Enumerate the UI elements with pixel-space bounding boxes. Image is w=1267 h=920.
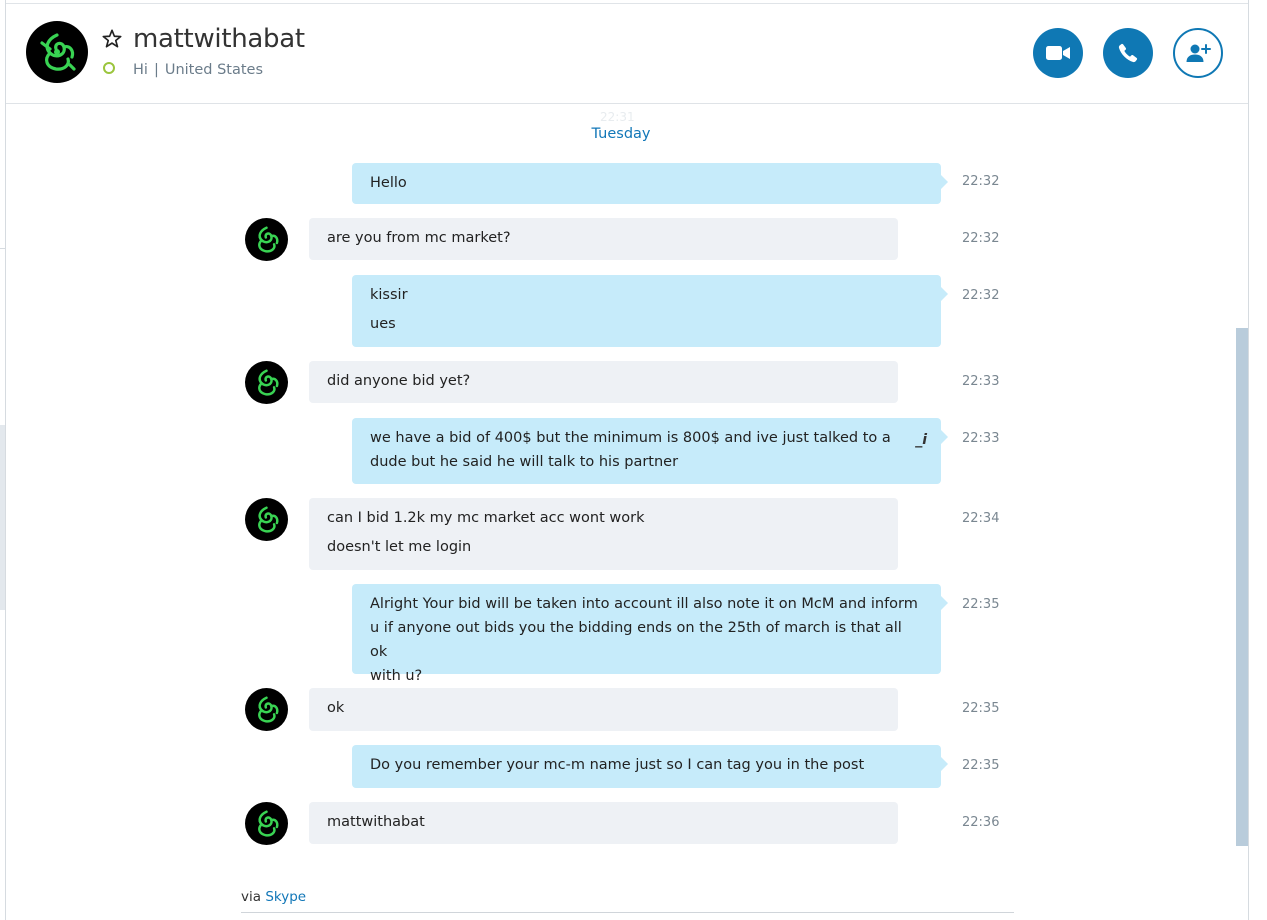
message-text: can I bid 1.2k my mc market acc wont wor… (327, 510, 645, 526)
edited-pencil-icon: _i (915, 432, 927, 448)
message-text: u if anyone out bids you the bidding end… (370, 620, 902, 660)
add-contact-icon (1186, 44, 1211, 62)
footer-divider (241, 912, 1014, 913)
contact-status: Hi | United States (133, 62, 263, 78)
outgoing-message[interactable]: we have a bid of 400$ but the minimum is… (352, 418, 948, 484)
message-text: with u? (370, 668, 423, 684)
message-text: doesn't let me login (327, 539, 472, 555)
outgoing-message[interactable]: kissir ues (352, 275, 948, 347)
phone-icon (1118, 43, 1138, 63)
outgoing-message[interactable]: Hello (352, 163, 948, 204)
contact-avatar-small[interactable] (245, 688, 288, 731)
contact-avatar-small[interactable] (245, 361, 288, 404)
message-text: kissir (370, 287, 408, 303)
skype-link[interactable]: Skype (265, 889, 306, 905)
via-attribution: via Skype (241, 889, 306, 905)
contact-avatar-small[interactable] (245, 218, 288, 261)
status-separator: | (153, 62, 159, 78)
message-timestamp: 22:32 (962, 288, 1000, 303)
add-participant-button[interactable] (1173, 28, 1223, 78)
message-timestamp: 22:35 (962, 758, 1000, 773)
message-text: ok (327, 700, 345, 716)
razer-logo-icon (258, 226, 279, 253)
message-text: ues (370, 316, 396, 332)
message-timestamp: 22:33 (962, 431, 1000, 446)
message-text: Do you remember your mc-m name just so I… (370, 757, 865, 773)
message-text: did anyone bid yet? (327, 373, 471, 389)
contact-avatar[interactable] (26, 21, 88, 83)
message-timestamp: 22:36 (962, 815, 1000, 830)
message-text: dude but he said he will talk to his par… (370, 454, 679, 470)
contact-avatar-small[interactable] (245, 498, 288, 541)
message-timestamp: 22:34 (962, 511, 1000, 526)
video-call-button[interactable] (1033, 28, 1083, 78)
left-panel-scroll-hint (0, 425, 5, 610)
message-timestamp: 22:32 (962, 174, 1000, 189)
incoming-message[interactable]: can I bid 1.2k my mc market acc wont wor… (309, 498, 898, 570)
incoming-message[interactable]: did anyone bid yet? (309, 361, 898, 403)
message-timestamp: 22:33 (962, 374, 1000, 389)
chat-scrollbar-thumb[interactable] (1236, 328, 1248, 846)
message-text: are you from mc market? (327, 230, 511, 246)
incoming-message[interactable]: are you from mc market? (309, 218, 898, 260)
faded-timestamp: 22:31 (600, 110, 635, 124)
mood-message: Hi (133, 62, 148, 78)
message-timestamp: 22:35 (962, 597, 1000, 612)
contact-location: United States (164, 62, 264, 78)
message-text: we have a bid of 400$ but the minimum is… (370, 430, 891, 446)
contact-avatar-small[interactable] (245, 802, 288, 845)
contact-name[interactable]: mattwithabat (133, 24, 305, 54)
incoming-message[interactable]: mattwithabat (309, 802, 898, 844)
message-text: mattwithabat (327, 814, 425, 830)
message-timestamp: 22:35 (962, 701, 1000, 716)
message-text: Alright Your bid will be taken into acco… (370, 596, 918, 612)
audio-call-button[interactable] (1103, 28, 1153, 78)
favorite-star-icon[interactable] (101, 28, 123, 50)
razer-logo-icon (258, 810, 279, 837)
razer-logo-icon (40, 33, 76, 71)
razer-logo-icon (258, 506, 279, 533)
via-prefix: via (241, 889, 262, 905)
razer-logo-icon (258, 696, 279, 723)
video-camera-icon (1046, 46, 1070, 60)
outgoing-message[interactable]: Do you remember your mc-m name just so I… (352, 745, 948, 788)
day-divider: Tuesday (591, 126, 651, 142)
right-panel-edge (1248, 0, 1267, 920)
razer-logo-icon (258, 369, 279, 396)
outgoing-message[interactable]: Alright Your bid will be taken into acco… (352, 584, 948, 684)
message-timestamp: 22:32 (962, 231, 1000, 246)
left-panel-divider (0, 248, 6, 249)
conversation-header: mattwithabat Hi | United States (6, 4, 1248, 104)
incoming-message[interactable]: ok (309, 688, 898, 731)
presence-status-icon (103, 62, 115, 74)
message-text: Hello (370, 175, 407, 191)
